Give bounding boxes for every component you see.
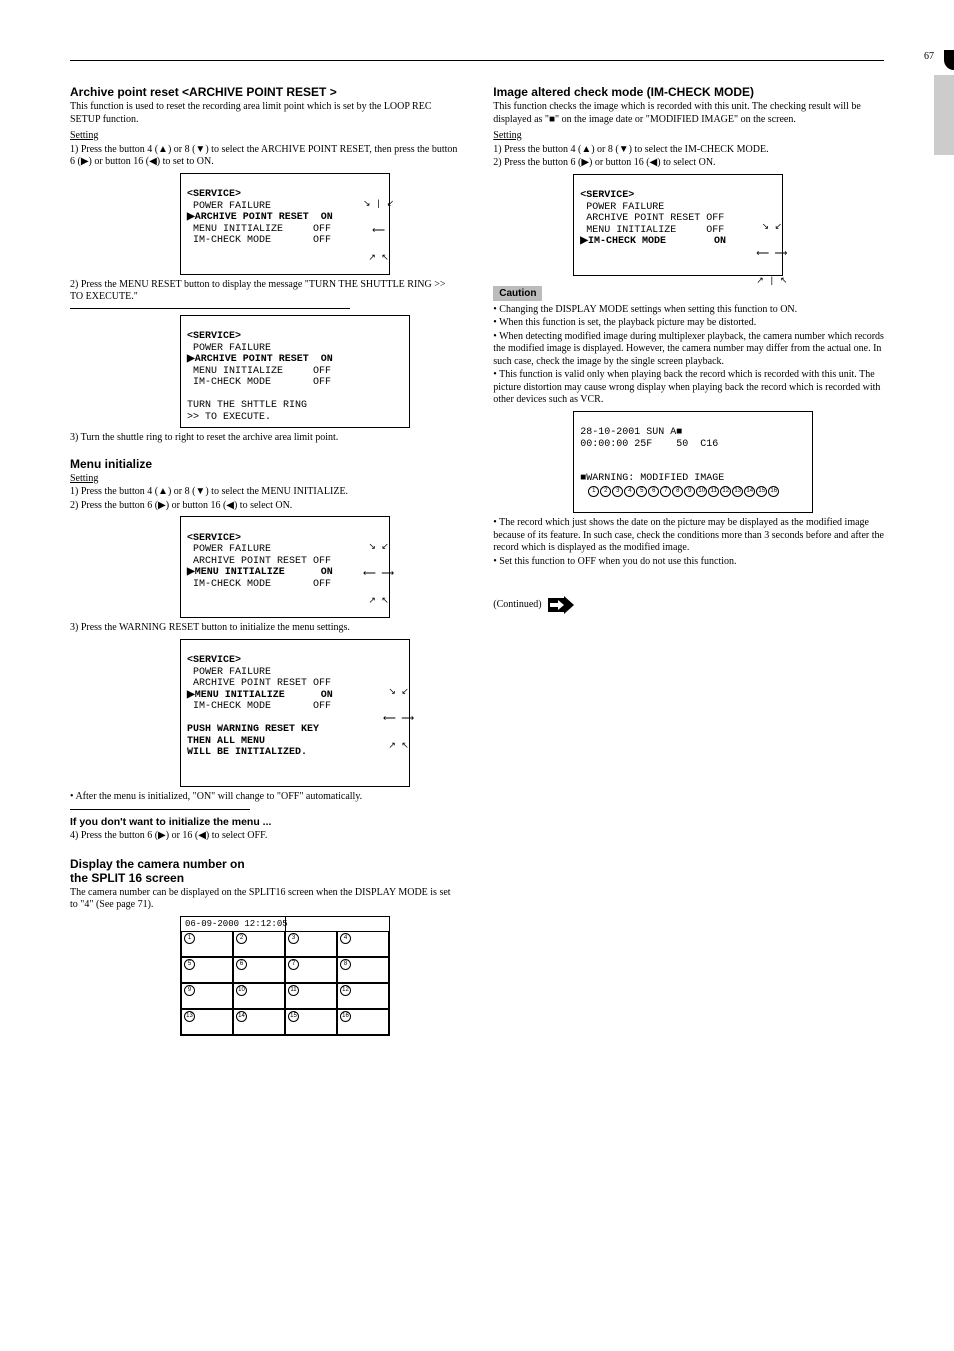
grid-divider-line xyxy=(285,917,286,1035)
grid-cell: 3 xyxy=(285,931,337,957)
grid-cell: 11 xyxy=(285,983,337,1009)
caution-label: Caution xyxy=(493,286,542,301)
caution-bullet: • When this function is set, the playbac… xyxy=(493,317,884,330)
caution-bullet: • This function is valid only when playi… xyxy=(493,369,884,407)
continued-arrow-icon xyxy=(548,598,566,612)
service-menu-screenshot-3: <SERVICE> POWER FAILURE ARCHIVE POINT RE… xyxy=(180,516,390,618)
shuttle-ring-arrows-icon: ↘ | ↙ ⟵ ↗ ↖ xyxy=(346,182,411,281)
heading-split16-line2: the SPLIT 16 screen xyxy=(70,871,461,885)
rule-under-step xyxy=(70,308,350,309)
manual-page: 67 Archive point reset <ARCHIVE POINT RE… xyxy=(0,0,954,1351)
caution-bullet: • Changing the DISPLAY MODE settings whe… xyxy=(493,304,884,317)
split16-screenshot: 06-09-2000 12:12:05 1 2 3 4 5 6 7 8 9 10… xyxy=(180,916,390,1036)
content-columns: Archive point reset <ARCHIVE POINT RESET… xyxy=(70,81,884,1040)
caution-bullet: • The record which just shows the date o… xyxy=(493,517,884,555)
page-thumb-tab xyxy=(934,75,954,155)
grid-cell: 10 xyxy=(233,983,285,1009)
warning-display-screenshot: 28-10-2001 SUN A■ 00:00:00 25F 50 C16 ■W… xyxy=(573,411,813,514)
heading-im-check: Image altered check mode (IM-CHECK MODE) xyxy=(493,85,884,99)
grid-cell: 5 xyxy=(181,957,233,983)
step-3-2: 2) Press the button 6 (▶) or button 16 (… xyxy=(493,157,884,170)
grid-cell: 14 xyxy=(233,1009,285,1035)
grid-cell: 4 xyxy=(337,931,389,957)
para-archive-reset: This function is used to reset the recor… xyxy=(70,101,461,126)
service-menu-screenshot-4: <SERVICE> POWER FAILURE ARCHIVE POINT RE… xyxy=(180,639,410,787)
step-2-after: • After the menu is initialized, "ON" wi… xyxy=(70,791,461,804)
service-menu-screenshot-1: <SERVICE> POWER FAILURE ▶ARCHIVE POINT R… xyxy=(180,173,390,275)
para-split16: The camera number can be displayed on th… xyxy=(70,887,461,912)
left-column: Archive point reset <ARCHIVE POINT RESET… xyxy=(70,81,461,1040)
setting-label-2: Setting xyxy=(70,473,461,486)
grid-cell: 16 xyxy=(337,1009,389,1035)
grid-cell: 8 xyxy=(337,957,389,983)
grid-cell: 15 xyxy=(285,1009,337,1035)
grid-cell: 6 xyxy=(233,957,285,983)
caution-bullet: • When detecting modified image during m… xyxy=(493,331,884,369)
step-2-2: 2) Press the button 6 (▶) or button 16 (… xyxy=(70,500,461,513)
right-column: Image altered check mode (IM-CHECK MODE)… xyxy=(493,81,884,1040)
step-1-1: 1) Press the button 4 (▲) or 8 (▼) to se… xyxy=(70,144,461,169)
step-1-3: 3) Turn the shuttle ring to right to res… xyxy=(70,432,461,445)
grid-cell: 1 xyxy=(181,931,233,957)
setting-label-3: Setting xyxy=(493,130,884,143)
service-menu-screenshot-2: <SERVICE> POWER FAILURE ▶ARCHIVE POINT R… xyxy=(180,315,410,429)
shuttle-ring-arrows-icon: ↘ ↙ ⟵ ⟶ ↗ ↖ xyxy=(366,670,431,769)
heading-split16-line1: Display the camera number on xyxy=(70,857,461,871)
step-3-1: 1) Press the button 4 (▲) or 8 (▼) to se… xyxy=(493,144,884,157)
page-marker-dot xyxy=(944,50,954,70)
grid-cell: 7 xyxy=(285,957,337,983)
continued-note: (Continued) xyxy=(493,598,884,612)
caution-bullet: • Set this function to OFF when you do n… xyxy=(493,556,884,569)
page-number: 67 xyxy=(924,51,934,62)
grid-cell: 9 xyxy=(181,983,233,1009)
para-im-check: This function checks the image which is … xyxy=(493,101,884,126)
note-title: If you don't want to initialize the menu… xyxy=(70,816,461,828)
grid-cell: 12 xyxy=(337,983,389,1009)
grid-cell: 2 xyxy=(233,931,285,957)
service-menu-screenshot-5: <SERVICE> POWER FAILURE ARCHIVE POINT RE… xyxy=(573,174,783,276)
shuttle-ring-arrows-icon: ↘ ↙ ⟵ ⟶ ↗ | ↖ xyxy=(739,205,804,304)
step-2-4: 4) Press the button 6 (▶) or 16 (◀) to s… xyxy=(70,830,461,843)
setting-label-1: Setting xyxy=(70,130,461,143)
top-rule: 67 xyxy=(70,60,884,61)
step-1-2: 2) Press the MENU RESET button to displa… xyxy=(70,279,461,304)
rule-under-after xyxy=(70,809,250,810)
heading-menu-initialize: Menu initialize xyxy=(70,457,461,471)
shuttle-ring-arrows-icon: ↘ ↙ ⟵ ⟶ ↗ ↖ xyxy=(346,525,411,624)
step-2-1: 1) Press the button 4 (▲) or 8 (▼) to se… xyxy=(70,486,461,499)
heading-archive-point-reset: Archive point reset <ARCHIVE POINT RESET… xyxy=(70,85,461,99)
grid-cell: 13 xyxy=(181,1009,233,1035)
